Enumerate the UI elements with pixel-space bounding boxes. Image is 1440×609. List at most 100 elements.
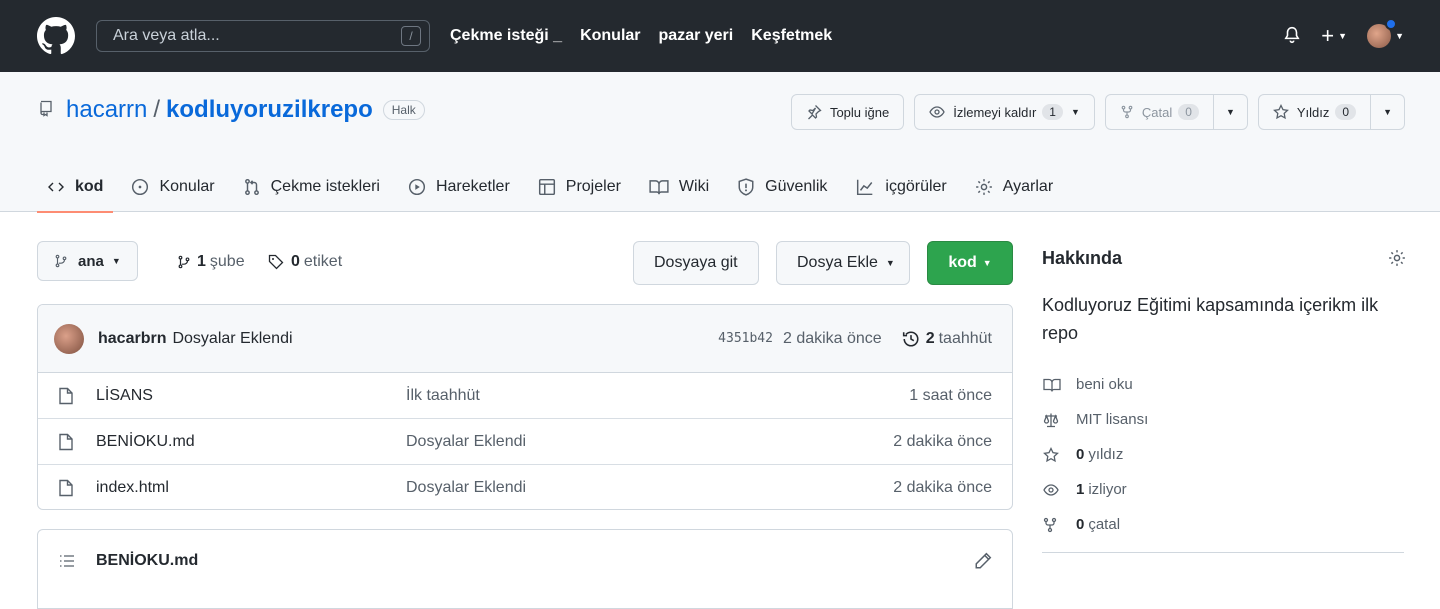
watchers-link[interactable]: 1 izliyor <box>1042 472 1406 507</box>
fork-button[interactable]: Çatal 0 <box>1104 94 1214 130</box>
pin-icon <box>806 104 822 120</box>
repo-owner-link[interactable]: hacarrn <box>66 96 147 124</box>
file-age: 2 dakika önce <box>893 432 992 450</box>
caret-down-icon: ▼ <box>1225 107 1235 117</box>
file-commit-message[interactable]: İlk taahhüt <box>406 387 909 405</box>
file-age: 1 saat önce <box>909 386 992 404</box>
table-icon <box>538 178 556 196</box>
tab-settings[interactable]: Ayarlar <box>965 162 1063 212</box>
license-link[interactable]: MIT lisansı <box>1042 402 1406 437</box>
nav-issues[interactable]: Konular <box>580 27 640 45</box>
commit-message[interactable]: Dosyalar Eklendi <box>172 330 718 348</box>
create-new-menu[interactable]: + ▼ <box>1321 25 1347 47</box>
tags-link[interactable]: 0 etiket <box>267 253 342 271</box>
github-logo-icon[interactable] <box>36 16 76 56</box>
eye-icon <box>929 104 945 120</box>
tab-security[interactable]: Güvenlik <box>727 162 837 212</box>
pin-label: Toplu iğne <box>829 104 890 120</box>
go-to-file-button[interactable]: Dosyaya git <box>633 241 759 285</box>
code-button[interactable]: kod ▼ <box>927 241 1013 285</box>
nav-pull-requests[interactable]: Çekme isteği _ <box>450 27 562 45</box>
tab-insights-label: içgörüler <box>885 178 947 195</box>
star-dropdown-button[interactable]: ▼ <box>1371 94 1405 130</box>
issue-icon <box>131 178 149 196</box>
user-menu[interactable]: ▼ <box>1367 18 1404 48</box>
about-header: Hakkında <box>1042 241 1406 275</box>
watch-button[interactable]: İzlemeyi kaldır 1 ▼ <box>914 94 1095 130</box>
tab-wiki-label: Wiki <box>678 178 710 195</box>
branch-icon <box>177 254 191 270</box>
readme-panel: BENİOKU.md <box>37 529 1013 609</box>
top-nav: Çekme isteği _ Konular pazar yeri Keşfet… <box>450 27 832 45</box>
about-title: Hakkında <box>1042 247 1123 268</box>
caret-down-icon: ▼ <box>982 258 992 268</box>
stars-link[interactable]: 0 yıldız <box>1042 437 1406 472</box>
file-name[interactable]: BENİOKU.md <box>96 433 406 451</box>
slash-shortcut-badge: / <box>401 26 421 46</box>
nav-marketplace[interactable]: pazar yeri <box>659 27 734 45</box>
avatar[interactable] <box>54 323 84 354</box>
license-label: MIT lisansı <box>1076 411 1149 428</box>
bell-icon[interactable] <box>1283 26 1301 47</box>
tags-label: etiket <box>303 253 343 270</box>
table-row[interactable]: BENİOKU.md Dosyalar Eklendi 2 dakika önc… <box>38 419 1012 465</box>
branches-link[interactable]: 1 şube <box>177 253 245 271</box>
list-icon[interactable] <box>58 553 76 569</box>
pull-request-icon <box>243 178 261 196</box>
tab-projects[interactable]: Projeler <box>528 162 631 212</box>
branch-name: ana <box>78 252 104 270</box>
file-commit-message[interactable]: Dosyalar Eklendi <box>406 479 893 497</box>
caret-down-icon: ▼ <box>111 256 121 266</box>
star-icon <box>1042 446 1076 463</box>
tab-pull-requests[interactable]: Çekme istekleri <box>233 162 390 212</box>
commit-author[interactable]: hacarbrn <box>98 330 166 348</box>
tab-code-label: kod <box>75 178 104 195</box>
pencil-icon[interactable] <box>974 552 992 570</box>
repo-separator: / <box>153 96 161 123</box>
readme-link[interactable]: beni oku <box>1042 367 1406 402</box>
branches-count: 1 <box>197 253 206 270</box>
branch-selector[interactable]: ana ▼ <box>37 241 138 281</box>
caret-down-icon: ▼ <box>1338 31 1348 41</box>
pin-button[interactable]: Toplu iğne <box>790 94 905 130</box>
file-commit-message[interactable]: Dosyalar Eklendi <box>406 433 893 451</box>
commit-sha[interactable]: 4351b42 <box>718 331 773 346</box>
tab-issues[interactable]: Konular <box>121 162 224 212</box>
fork-dropdown-button[interactable]: ▼ <box>1213 94 1248 130</box>
repo-name-link[interactable]: kodluyoruzilkrepo <box>166 96 373 124</box>
table-row[interactable]: LİSANS İlk taahhüt 1 saat önce <box>38 373 1012 419</box>
watch-label: İzlemeyi kaldır <box>953 104 1037 120</box>
stars-label: yıldız <box>1088 446 1124 463</box>
fork-button-group: Çatal 0 ▼ <box>1104 94 1248 130</box>
code-button-label: kod <box>948 254 977 271</box>
nav-explore[interactable]: Keşfetmek <box>751 27 832 45</box>
tab-wiki[interactable]: Wiki <box>639 162 719 212</box>
file-name[interactable]: LİSANS <box>96 387 406 405</box>
caret-down-icon: ▼ <box>1383 107 1392 117</box>
latest-commit-bar: hacarbrn Dosyalar Eklendi 4351b42 2 daki… <box>38 305 1012 373</box>
tag-icon <box>267 254 285 270</box>
forks-link[interactable]: 0 çatal <box>1042 507 1406 542</box>
file-age: 2 dakika önce <box>893 479 992 496</box>
star-icon <box>1272 104 1289 120</box>
file-icon <box>58 479 74 497</box>
tab-actions[interactable]: Hareketler <box>398 162 520 212</box>
file-browser: hacarbrn Dosyalar Eklendi 4351b42 2 daki… <box>37 304 1013 510</box>
commit-history-link[interactable]: 2 taahhüt <box>902 330 992 348</box>
tab-code[interactable]: kod <box>37 162 114 213</box>
commit-count: 2 <box>925 329 935 347</box>
gear-icon <box>975 178 993 196</box>
star-button[interactable]: Yıldız 0 <box>1257 94 1372 130</box>
table-row[interactable]: index.html Dosyalar Eklendi 2 dakika önc… <box>38 465 1012 509</box>
file-name[interactable]: index.html <box>96 479 406 497</box>
fork-icon <box>1120 104 1134 120</box>
repo-icon <box>38 96 54 124</box>
go-to-file-label: Dosyaya git <box>654 254 738 271</box>
gear-icon[interactable] <box>1388 249 1406 267</box>
search-input[interactable]: Ara veya atla... / <box>96 20 430 52</box>
tab-projects-label: Projeler <box>565 178 621 195</box>
caret-down-icon: ▼ <box>885 258 895 268</box>
tab-insights[interactable]: içgörüler <box>845 162 956 212</box>
tab-security-label: Güvenlik <box>765 178 828 195</box>
add-file-button[interactable]: Dosya Ekle ▼ <box>776 241 910 285</box>
